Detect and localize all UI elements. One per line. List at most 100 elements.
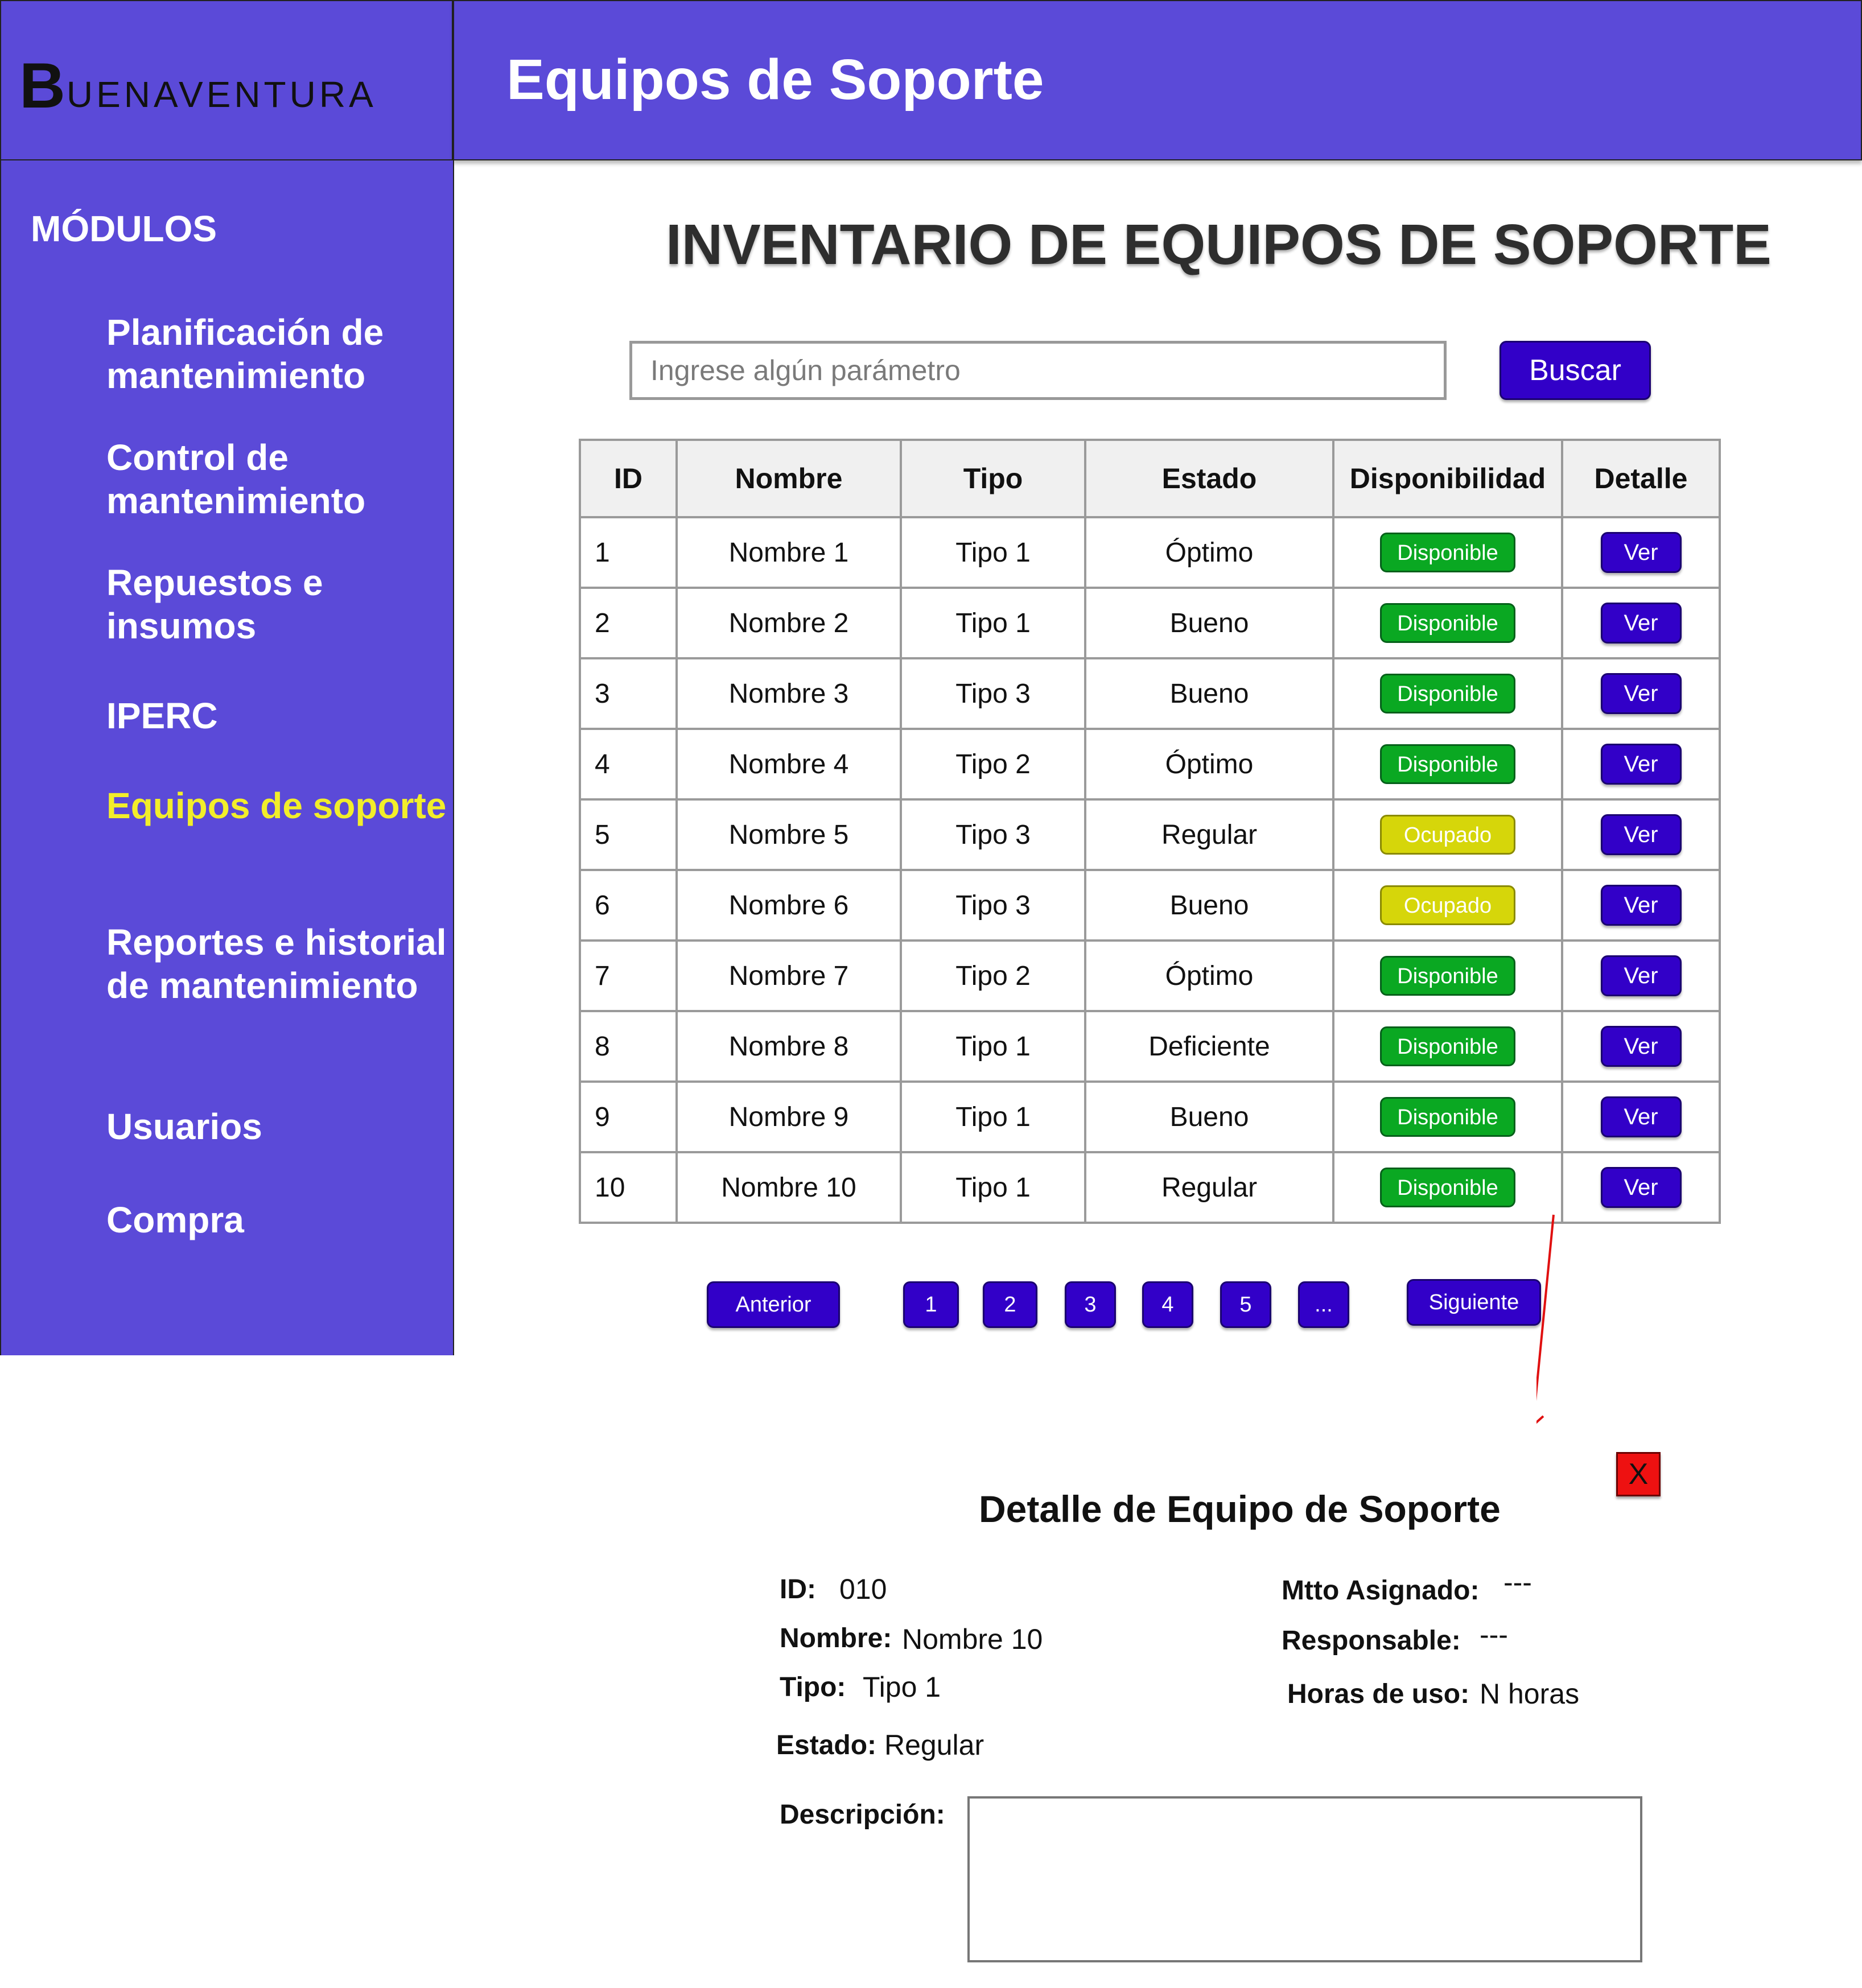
- table-row: 5 Nombre 5 Tipo 3 Regular Ocupado Ver: [579, 798, 1721, 871]
- page-button-2[interactable]: 2: [983, 1281, 1037, 1328]
- detail-title: Detalle de Equipo de Soporte: [979, 1488, 1501, 1530]
- cell-nombre: Nombre 10: [675, 1151, 902, 1224]
- cell-id: 3: [579, 657, 678, 730]
- view-detail-button[interactable]: Ver: [1600, 532, 1682, 573]
- view-detail-button[interactable]: Ver: [1600, 1096, 1682, 1137]
- cell-disponibilidad: Disponible: [1332, 657, 1563, 730]
- detail-tipo-label: Tipo:: [780, 1672, 846, 1702]
- table-row: 7 Nombre 7 Tipo 2 Óptimo Disponible Ver: [579, 939, 1721, 1012]
- detail-id-label: ID:: [780, 1574, 816, 1605]
- availability-badge: Disponible: [1380, 744, 1515, 784]
- cell-tipo: Tipo 2: [900, 728, 1086, 801]
- sidebar-item-compra[interactable]: Compra: [106, 1198, 448, 1242]
- sidebar-item-repuestos[interactable]: Repuestos e insumos: [106, 561, 448, 647]
- view-detail-button[interactable]: Ver: [1600, 673, 1682, 714]
- page-button-ellipsis[interactable]: ...: [1298, 1281, 1349, 1328]
- view-detail-button[interactable]: Ver: [1600, 1026, 1682, 1067]
- view-detail-button[interactable]: Ver: [1600, 744, 1682, 785]
- cell-id: 10: [579, 1151, 678, 1224]
- page-button-1[interactable]: 1: [903, 1281, 959, 1328]
- cell-id: 2: [579, 587, 678, 659]
- cell-id: 9: [579, 1080, 678, 1153]
- cell-disponibilidad: Disponible: [1332, 1080, 1563, 1153]
- cell-tipo: Tipo 1: [900, 1080, 1086, 1153]
- cell-nombre: Nombre 2: [675, 587, 902, 659]
- col-header-detalle: Detalle: [1561, 439, 1721, 518]
- sidebar-item-usuarios[interactable]: Usuarios: [106, 1105, 448, 1148]
- table-header-row: ID Nombre Tipo Estado Disponibilidad Det…: [579, 439, 1721, 518]
- cell-detalle: Ver: [1561, 1010, 1721, 1083]
- next-page-button[interactable]: Siguiente: [1407, 1279, 1541, 1326]
- cell-disponibilidad: Disponible: [1332, 587, 1563, 659]
- sidebar-item-iperc[interactable]: IPERC: [106, 694, 448, 737]
- detail-mtto-label: Mtto Asignado:: [1282, 1575, 1480, 1606]
- availability-badge: Disponible: [1380, 1026, 1515, 1066]
- page-button-5[interactable]: 5: [1220, 1281, 1271, 1328]
- cell-detalle: Ver: [1561, 798, 1721, 871]
- cell-disponibilidad: Ocupado: [1332, 798, 1563, 871]
- view-detail-button[interactable]: Ver: [1600, 814, 1682, 855]
- view-detail-button[interactable]: Ver: [1600, 1167, 1682, 1208]
- cell-estado: Regular: [1084, 798, 1334, 871]
- cell-disponibilidad: Ocupado: [1332, 869, 1563, 942]
- availability-badge: Disponible: [1380, 674, 1515, 713]
- cell-detalle: Ver: [1561, 587, 1721, 659]
- cell-id: 4: [579, 728, 678, 801]
- sidebar-item-planificacion[interactable]: Planificación de mantenimiento: [106, 311, 448, 397]
- table-row: 8 Nombre 8 Tipo 1 Deficiente Disponible Ver: [579, 1010, 1721, 1083]
- cell-tipo: Tipo 1: [900, 587, 1086, 659]
- cell-detalle: Ver: [1561, 1080, 1721, 1153]
- detail-descripcion-box[interactable]: [967, 1796, 1642, 1962]
- cell-estado: Bueno: [1084, 1080, 1334, 1153]
- col-header-id: ID: [579, 439, 678, 518]
- availability-badge: Ocupado: [1380, 885, 1515, 925]
- cell-estado: Óptimo: [1084, 728, 1334, 801]
- cell-estado: Bueno: [1084, 657, 1334, 730]
- cell-id: 8: [579, 1010, 678, 1083]
- cell-disponibilidad: Disponible: [1332, 939, 1563, 1012]
- cell-disponibilidad: Disponible: [1332, 728, 1563, 801]
- detail-descripcion-label: Descripción:: [780, 1800, 945, 1830]
- cell-nombre: Nombre 8: [675, 1010, 902, 1083]
- sidebar-item-reportes[interactable]: Reportes e historial de mantenimiento: [106, 921, 448, 1007]
- sidebar-title: MÓDULOS: [31, 208, 217, 249]
- sidebar-item-control[interactable]: Control de mantenimiento: [106, 436, 448, 522]
- inventory-title: INVENTARIO DE EQUIPOS DE SOPORTE: [666, 213, 1772, 277]
- page-title: Equipos de Soporte: [506, 48, 1044, 112]
- detail-id-value: 010: [839, 1573, 887, 1605]
- table-row: 3 Nombre 3 Tipo 3 Bueno Disponible Ver: [579, 657, 1721, 730]
- view-detail-button[interactable]: Ver: [1600, 603, 1682, 644]
- sidebar-item-equipos-soporte[interactable]: Equipos de soporte: [106, 784, 448, 827]
- detail-nombre-label: Nombre:: [780, 1623, 892, 1653]
- cell-disponibilidad: Disponible: [1332, 516, 1563, 589]
- detail-estado-value: Regular: [884, 1729, 984, 1761]
- cell-estado: Óptimo: [1084, 516, 1334, 589]
- search-button[interactable]: Buscar: [1500, 341, 1651, 400]
- page-button-4[interactable]: 4: [1142, 1281, 1193, 1328]
- cell-tipo: Tipo 2: [900, 939, 1086, 1012]
- table-row: 1 Nombre 1 Tipo 1 Óptimo Disponible Ver: [579, 516, 1721, 589]
- cell-detalle: Ver: [1561, 516, 1721, 589]
- cell-estado: Deficiente: [1084, 1010, 1334, 1083]
- equipment-table: ID Nombre Tipo Estado Disponibilidad Det…: [579, 439, 1721, 1224]
- detail-mtto-value: ---: [1503, 1566, 1532, 1598]
- cell-estado: Bueno: [1084, 869, 1334, 942]
- search-input[interactable]: [629, 341, 1447, 400]
- cell-detalle: Ver: [1561, 939, 1721, 1012]
- cell-estado: Bueno: [1084, 587, 1334, 659]
- page-button-3[interactable]: 3: [1065, 1281, 1116, 1328]
- cell-nombre: Nombre 9: [675, 1080, 902, 1153]
- detail-estado-label: Estado:: [776, 1730, 877, 1760]
- brand-logo: B UENAVENTURA: [19, 54, 377, 118]
- detail-tipo-value: Tipo 1: [863, 1671, 941, 1703]
- detail-horas-label: Horas de uso:: [1287, 1679, 1470, 1709]
- cell-disponibilidad: Disponible: [1332, 1010, 1563, 1083]
- table-row: 4 Nombre 4 Tipo 2 Óptimo Disponible Ver: [579, 728, 1721, 801]
- view-detail-button[interactable]: Ver: [1600, 885, 1682, 926]
- close-detail-button[interactable]: X: [1616, 1452, 1661, 1496]
- cell-id: 6: [579, 869, 678, 942]
- view-detail-button[interactable]: Ver: [1600, 955, 1682, 996]
- prev-page-button[interactable]: Anterior: [707, 1281, 840, 1328]
- cell-tipo: Tipo 1: [900, 1010, 1086, 1083]
- availability-badge: Disponible: [1380, 603, 1515, 643]
